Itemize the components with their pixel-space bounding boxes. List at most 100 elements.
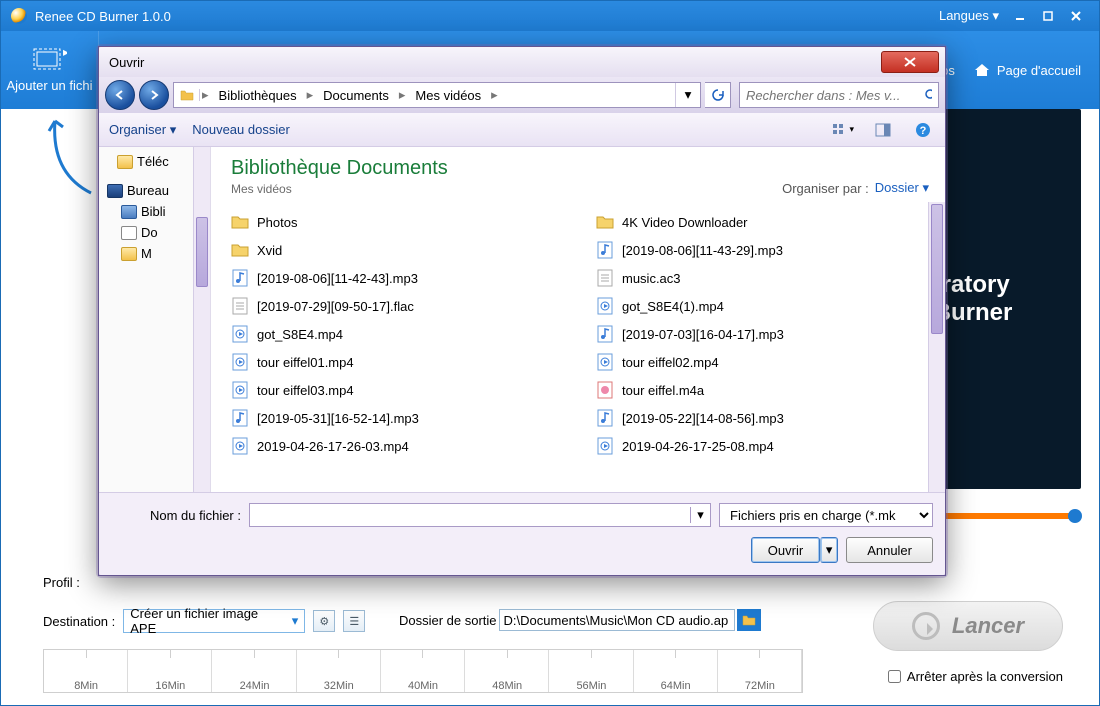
ruler-label: 56Min (549, 680, 633, 692)
open-dialog: Ouvrir ▸ Bibliothèques▸ Documents▸ Mes v… (98, 46, 946, 576)
mp3-icon (596, 241, 614, 259)
file-item[interactable]: [2019-08-06][11-42-43].mp3 (231, 264, 576, 292)
file-item[interactable]: [2019-07-29][09-50-17].flac (231, 292, 576, 320)
filename-label: Nom du fichier : (111, 508, 241, 523)
close-button[interactable] (1063, 6, 1089, 26)
launch-button[interactable]: Lancer (873, 601, 1063, 651)
destination-combo[interactable]: Créer un fichier image APE▾ (123, 609, 305, 633)
stop-after-checkbox[interactable]: Arrêter après la conversion (888, 669, 1063, 684)
ruler-label: 24Min (212, 680, 296, 692)
app-logo-icon (11, 8, 27, 24)
breadcrumb-item[interactable]: Mes vidéos (407, 88, 489, 103)
folder-tree[interactable]: TélécBureauBibliDoM (99, 147, 211, 492)
folder-icon (596, 213, 614, 231)
tree-scrollbar[interactable] (193, 147, 210, 492)
mp4-icon (596, 353, 614, 371)
file-item[interactable]: got_S8E4(1).mp4 (596, 292, 941, 320)
cancel-button[interactable]: Annuler (846, 537, 933, 563)
mp3-icon (596, 409, 614, 427)
breadcrumb-item[interactable]: Documents (315, 88, 397, 103)
arrange-by: Organiser par : Dossier ▾ (782, 180, 929, 196)
new-folder-button[interactable]: Nouveau dossier (192, 122, 290, 137)
file-item[interactable]: [2019-05-31][16-52-14].mp3 (231, 404, 576, 432)
list-button[interactable]: ☰ (343, 610, 365, 632)
file-item[interactable]: 2019-04-26-17-25-08.mp4 (596, 432, 941, 460)
folder-icon (121, 247, 137, 261)
dialog-title: Ouvrir (109, 55, 144, 70)
file-item[interactable]: music.ac3 (596, 264, 941, 292)
file-item[interactable]: 4K Video Downloader (596, 208, 941, 236)
folder-icon (231, 241, 249, 259)
maximize-button[interactable] (1035, 6, 1061, 26)
nav-back-button[interactable] (105, 80, 135, 110)
dialog-close-button[interactable] (881, 51, 939, 73)
minimize-button[interactable] (1007, 6, 1033, 26)
search-input[interactable] (746, 88, 924, 103)
file-item[interactable]: [2019-05-22][14-08-56].mp3 (596, 404, 941, 432)
settings-button[interactable]: ⚙ (313, 610, 335, 632)
ruler-label: 32Min (297, 680, 381, 692)
dialog-toolbar: Organiser ▾ Nouveau dossier ▾ ? (99, 113, 945, 147)
mp4-icon (596, 297, 614, 315)
mp4-icon (231, 353, 249, 371)
mp4-icon (231, 325, 249, 343)
folder-icon (117, 155, 133, 169)
profile-label: Profil : (43, 575, 80, 590)
file-item[interactable]: tour eiffel02.mp4 (596, 348, 941, 376)
browse-folder-button[interactable] (737, 609, 761, 631)
renee-titlebar: Renee CD Burner 1.0.0 Langues ▾ (1, 1, 1099, 31)
library-subtitle: Mes vidéos (231, 182, 448, 196)
time-ruler[interactable]: 8Min16Min24Min32Min40Min48Min56Min64Min7… (43, 649, 803, 693)
filename-history-dropdown[interactable]: ▾ (690, 507, 710, 523)
profile-row: Profil : (43, 575, 80, 590)
file-item[interactable]: tour eiffel03.mp4 (231, 376, 576, 404)
home-link[interactable]: Page d'accueil (973, 62, 1081, 78)
folder-icon (121, 205, 137, 219)
ruler-label: 72Min (718, 680, 802, 692)
folder-icon (742, 614, 756, 626)
view-mode-button[interactable]: ▾ (831, 119, 855, 141)
file-scrollbar[interactable] (928, 202, 945, 492)
language-menu[interactable]: Langues ▾ (939, 8, 999, 24)
file-item[interactable]: Photos (231, 208, 576, 236)
filename-input[interactable]: ▾ (249, 503, 711, 527)
breadcrumb-dropdown[interactable]: ▾ (676, 83, 700, 107)
mp4-icon (231, 437, 249, 455)
folder-icon (107, 184, 123, 198)
add-file-button[interactable]: ▸ Ajouter un fichi (1, 31, 99, 109)
file-item[interactable]: Xvid (231, 236, 576, 264)
search-box[interactable] (739, 82, 939, 108)
hint-arrow-icon (41, 113, 101, 203)
preview-pane-button[interactable] (871, 119, 895, 141)
arrange-by-menu[interactable]: Dossier ▾ (875, 180, 929, 196)
output-dir-input[interactable] (499, 609, 735, 631)
open-button-dropdown[interactable]: ▾ (820, 537, 838, 563)
mp3-icon (231, 269, 249, 287)
ruler-label: 64Min (634, 680, 718, 692)
destination-label: Destination : (43, 614, 115, 629)
folder-icon (121, 226, 137, 240)
open-button[interactable]: Ouvrir (751, 537, 820, 563)
organize-menu[interactable]: Organiser ▾ (109, 122, 176, 138)
svg-text:?: ? (920, 125, 927, 137)
file-item[interactable]: tour eiffel01.mp4 (231, 348, 576, 376)
breadcrumb-item[interactable]: Bibliothèques (211, 88, 305, 103)
file-item[interactable]: [2019-08-06][11-43-29].mp3 (596, 236, 941, 264)
file-item[interactable]: tour eiffel.m4a (596, 376, 941, 404)
ruler-label: 40Min (381, 680, 465, 692)
dialog-titlebar: Ouvrir (99, 47, 945, 77)
help-button[interactable]: ? (911, 119, 935, 141)
refresh-icon (912, 612, 940, 640)
mp4-icon (596, 437, 614, 455)
film-add-icon: ▸ (33, 48, 67, 74)
file-item[interactable]: 2019-04-26-17-26-03.mp4 (231, 432, 576, 460)
file-item[interactable]: [2019-07-03][16-04-17].mp3 (596, 320, 941, 348)
refresh-button[interactable] (705, 82, 731, 108)
m4a-icon (596, 381, 614, 399)
mp3-icon (596, 325, 614, 343)
nav-forward-button[interactable] (139, 80, 169, 110)
file-item[interactable]: got_S8E4.mp4 (231, 320, 576, 348)
breadcrumb[interactable]: ▸ Bibliothèques▸ Documents▸ Mes vidéos▸ … (173, 82, 701, 108)
file-type-filter[interactable]: Fichiers pris en charge (*.mk (719, 503, 933, 527)
breadcrumb-home-icon[interactable] (174, 89, 200, 101)
